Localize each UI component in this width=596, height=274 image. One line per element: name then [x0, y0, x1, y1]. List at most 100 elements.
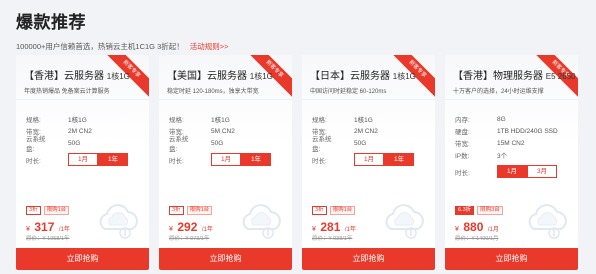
duration-label: 时长:	[455, 169, 470, 177]
spec-value: 1核1G	[211, 117, 230, 124]
spec-value: 5M CN2	[211, 127, 235, 135]
spec-value: 50G	[211, 139, 224, 147]
limit-badge: 限购1台	[43, 206, 70, 215]
product-spec: 1核1G	[249, 72, 273, 81]
product-name: 【美国】云服务器	[167, 71, 247, 82]
buy-now-button[interactable]: 立即抢购	[302, 248, 435, 270]
card-title: 【香港】物理服务器 E5 2650	[453, 67, 576, 82]
spec-label: IP数:	[455, 153, 470, 160]
product-cards: 新客专享 【香港】云服务器 1核1G 年度热销爆品 免备案云计算服务 规格: 1…	[16, 55, 578, 270]
price-unit: /1月	[487, 227, 499, 233]
discount-badge: 3折	[312, 206, 327, 215]
product-name: 【香港】云服务器	[24, 71, 104, 82]
spec-row: 带宽: 15M CN2	[455, 137, 558, 149]
price-unit: /1年	[201, 227, 213, 233]
spec-row: 硬盘: 1TB HDD/240G SSD	[455, 125, 558, 137]
card-title: 【日本】云服务器 1核1G	[310, 67, 416, 82]
cloud-icon	[242, 204, 281, 239]
badges: 6.3折 限购3台	[455, 206, 503, 215]
card-title: 【香港】云服务器 1核1G	[24, 67, 130, 82]
product-spec: 1核1G	[392, 72, 416, 81]
price-value: 880	[463, 220, 484, 234]
original-price: 原价：¥ 1400/1月	[455, 236, 499, 242]
duration-selector: 1月 1年	[354, 153, 414, 166]
spec-value: 8G	[497, 115, 506, 123]
spec-value: 50G	[354, 139, 367, 147]
spec-row: 规格: 1核1G	[26, 113, 128, 125]
product-card: 新客专享 【香港】物理服务器 E5 2650 十万客户的选择，24小时运维支撑 …	[445, 55, 578, 270]
spec-row: 云系统盘: 50G	[169, 136, 271, 153]
badges: 3折 限购1台	[169, 206, 213, 215]
duration-option[interactable]: 1年	[98, 153, 128, 166]
card-description: 中国访问时延稳定 60-120ms	[310, 89, 387, 95]
duration-label: 时长:	[312, 157, 327, 165]
buy-now-button[interactable]: 立即抢购	[445, 248, 578, 270]
spec-value: 2M CN2	[354, 127, 378, 135]
spec-label: 内存:	[455, 117, 470, 124]
limit-badge: 限购1台	[186, 206, 213, 215]
price-value: 292	[177, 220, 198, 234]
spec-value: 2M CN2	[68, 127, 92, 135]
price-unit: /1年	[344, 227, 356, 233]
spec-row: 规格: 1核1G	[312, 113, 414, 125]
duration-option[interactable]: 1年	[384, 153, 414, 166]
spec-label: 规格:	[26, 117, 41, 124]
card-description: 年度热销爆品 免备案云计算服务	[24, 89, 110, 95]
product-spec: E5 2650	[545, 72, 576, 81]
spec-label: 云系统盘:	[169, 136, 189, 153]
spec-row: 云系统盘: 50G	[26, 136, 128, 153]
product-card: 新客专享 【日本】云服务器 1核1G 中国访问时延稳定 60-120ms 规格:…	[302, 55, 435, 270]
subtitle: 100000+用户信赖首选，热销云主机1C1G 3折起！ 活动规则>>	[16, 41, 229, 52]
spec-list: 规格: 1核1G 带宽: 2M CN2 云系统盘: 50G 时长: 1月 1年	[312, 113, 414, 166]
discount-badge: 3折	[169, 206, 184, 215]
duration-option[interactable]: 1月	[211, 153, 241, 166]
duration-option[interactable]: 3月	[527, 165, 557, 178]
subtitle-text: 100000+用户信赖首选，热销云主机1C1G 3折起！	[16, 42, 184, 51]
original-price: 原价：¥ 938/1年	[312, 236, 353, 242]
limit-badge: 限购1台	[329, 206, 356, 215]
product-spec: 1核1G	[106, 72, 130, 81]
duration-option[interactable]: 1月	[68, 153, 98, 166]
duration-selector: 1月 1年	[68, 153, 128, 166]
duration-selector: 1月 3月	[497, 165, 557, 178]
spec-row: IP数: 3个	[455, 149, 558, 161]
divider	[159, 99, 292, 100]
duration-label: 时长:	[169, 157, 184, 165]
cloud-icon	[528, 204, 567, 239]
currency-symbol: ¥	[169, 226, 173, 233]
product-name: 【香港】物理服务器	[453, 71, 543, 82]
rules-link[interactable]: 活动规则>>	[190, 42, 229, 51]
duration-row: 时长: 1月 3月	[455, 165, 558, 178]
price-unit: /1年	[58, 227, 70, 233]
spec-value: 1核1G	[68, 117, 87, 124]
spec-label: 规格:	[169, 117, 184, 124]
currency-symbol: ¥	[455, 226, 459, 233]
product-card: 新客专享 【美国】云服务器 1核1G 稳定时延 120-180ms，独享大带宽 …	[159, 55, 292, 270]
currency-symbol: ¥	[26, 226, 30, 233]
discount-badge: 3折	[26, 206, 41, 215]
duration-option[interactable]: 1月	[497, 165, 527, 178]
duration-option[interactable]: 1年	[241, 153, 271, 166]
spec-label: 带宽:	[455, 141, 470, 148]
spec-label: 规格:	[312, 117, 327, 124]
buy-now-button[interactable]: 立即抢购	[16, 248, 149, 270]
duration-row: 时长: 1月 1年	[312, 153, 414, 166]
card-description: 稳定时延 120-180ms，独享大带宽	[167, 89, 259, 95]
duration-selector: 1月 1年	[211, 153, 271, 166]
card-description: 十万客户的选择，24小时运维支撑	[453, 89, 544, 95]
divider	[16, 99, 149, 100]
duration-option[interactable]: 1月	[354, 153, 384, 166]
header: 爆款推荐 100000+用户信赖首选，热销云主机1C1G 3折起！ 活动规则>>	[16, 8, 229, 52]
spec-value: 1TB HDD/240G SSD	[497, 127, 558, 135]
spec-list: 规格: 1核1G 带宽: 5M CN2 云系统盘: 50G 时长: 1月 1年	[169, 113, 271, 166]
original-price: 原价：¥ 1058/1年	[26, 236, 70, 242]
spec-label: 硬盘:	[455, 129, 470, 136]
spec-label: 云系统盘:	[26, 136, 46, 153]
limit-badge: 限购3台	[477, 206, 503, 215]
spec-value: 50G	[68, 139, 81, 147]
buy-now-button[interactable]: 立即抢购	[159, 248, 292, 270]
duration-row: 时长: 1月 1年	[169, 153, 271, 166]
price-value: 317	[34, 220, 55, 234]
card-title: 【美国】云服务器 1核1G	[167, 67, 273, 82]
spec-label: 云系统盘:	[312, 136, 332, 153]
